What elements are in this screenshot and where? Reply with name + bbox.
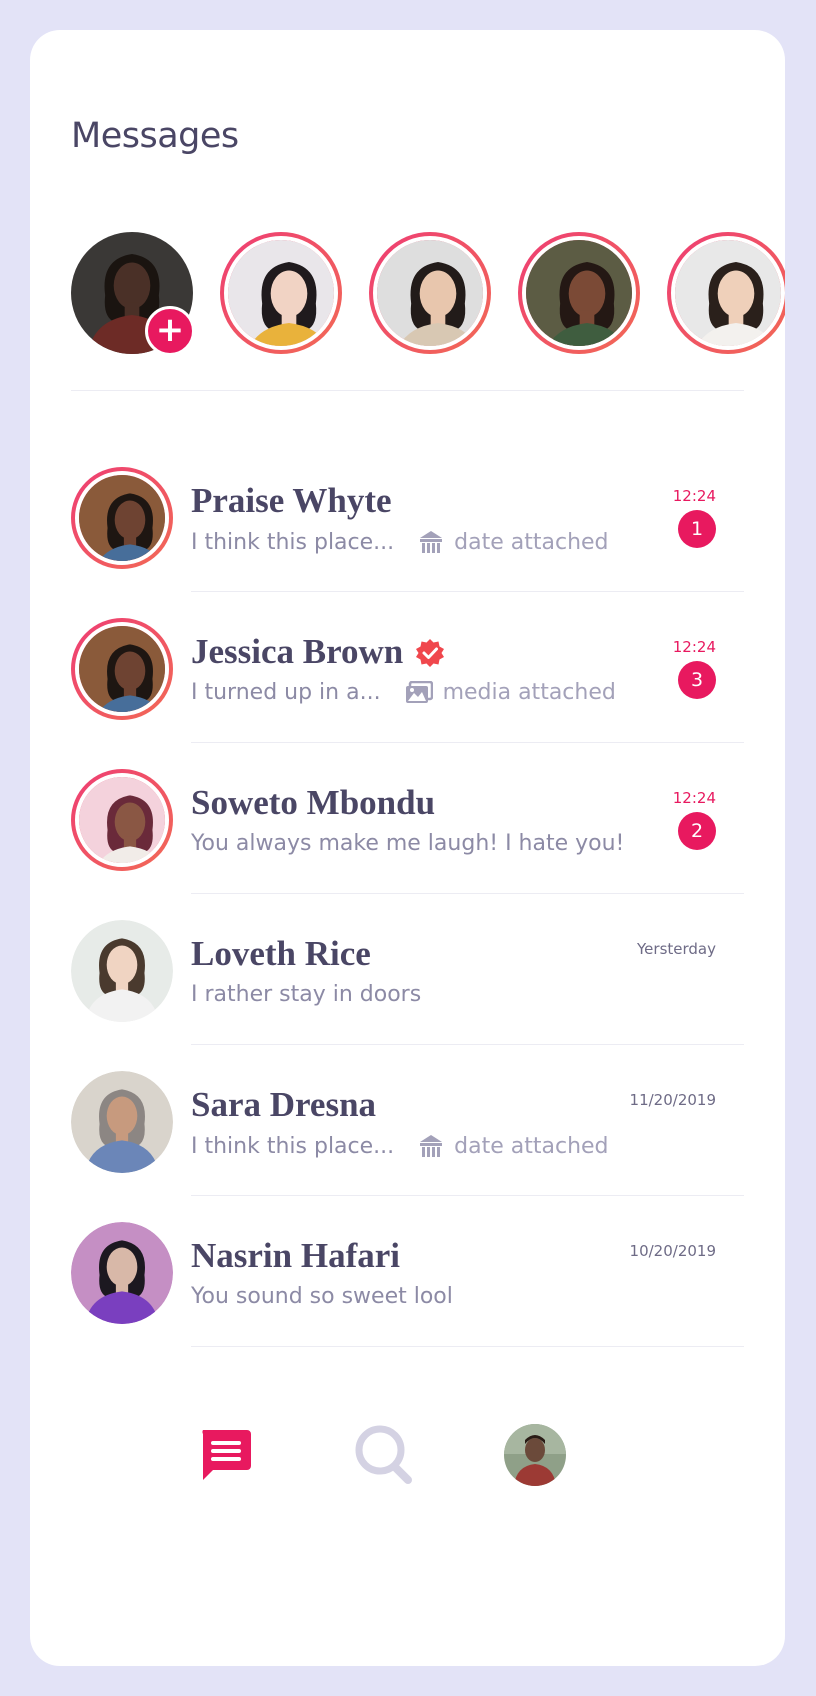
image-icon (405, 680, 433, 703)
avatar (71, 769, 173, 871)
divider (191, 1346, 744, 1347)
divider (191, 1044, 744, 1045)
search-icon (355, 1425, 412, 1484)
message-preview: You always make me laugh! I hate you! (191, 831, 624, 856)
message-preview-text: You always make me laugh! I hate you! (191, 831, 625, 856)
message-preview-text: I rather stay in doors (191, 982, 422, 1007)
conversation-row[interactable]: Praise Whyte I think this place... date a… (30, 467, 785, 630)
contact-name: Soweto Mbondu (191, 783, 435, 823)
contact-name: Nasrin Hafari (191, 1236, 400, 1276)
app-screen: Messages + Praise Whyte I think this pla… (30, 30, 785, 1666)
chat-icon (202, 1430, 251, 1480)
conversation-row[interactable]: Sara Dresna I think this place... date at… (30, 1071, 785, 1234)
date-icon (420, 531, 443, 553)
bottom-nav (30, 1420, 785, 1500)
attachment-label: date attached (454, 529, 609, 555)
contact-name: Loveth Rice (191, 934, 371, 974)
add-story-button[interactable]: + (145, 306, 195, 356)
media-attachment: media attached (405, 680, 616, 705)
page-title: Messages (71, 116, 239, 156)
avatar (71, 618, 173, 720)
message-preview: I think this place... date attached (191, 529, 609, 555)
message-time: Yersterday (637, 940, 716, 958)
contact-name-text: Praise Whyte (191, 481, 392, 520)
date-attachment: date attached (418, 529, 609, 555)
avatar (71, 920, 173, 1022)
nav-profile-button[interactable] (500, 1420, 570, 1490)
divider (191, 893, 744, 894)
date-icon (420, 1135, 443, 1157)
divider (191, 591, 744, 592)
conversation-row[interactable]: Soweto Mbondu You always make me laugh! I… (30, 769, 785, 932)
contact-name-text: Sara Dresna (191, 1085, 377, 1124)
message-time: 12:24 (672, 638, 716, 656)
divider (71, 390, 744, 391)
message-preview: I rather stay in doors (191, 982, 421, 1007)
contact-name-text: Nasrin Hafari (191, 1236, 401, 1275)
contact-name: Jessica Brown (191, 632, 445, 672)
divider (191, 742, 744, 743)
message-time: 12:24 (672, 789, 716, 807)
message-preview: I think this place... date attached (191, 1133, 609, 1159)
contact-name: Praise Whyte (191, 481, 392, 521)
story-avatar[interactable] (369, 232, 491, 354)
message-preview-text: I think this place... (191, 529, 395, 555)
message-time: 12:24 (672, 487, 716, 505)
message-preview-text: I think this place... (191, 1133, 395, 1159)
divider (191, 1195, 744, 1196)
contact-name-text: Loveth Rice (191, 934, 371, 973)
message-time: 11/20/2019 (629, 1091, 716, 1109)
verified-badge-icon (415, 637, 445, 667)
unread-count-badge: 2 (678, 812, 716, 850)
unread-count-badge: 3 (678, 661, 716, 699)
message-time: 10/20/2019 (629, 1242, 716, 1260)
contact-name: Sara Dresna (191, 1085, 376, 1125)
message-preview-text: You sound so sweet lool (191, 1284, 453, 1309)
avatar (71, 467, 173, 569)
attachment-label: date attached (454, 1133, 609, 1159)
story-avatar[interactable] (518, 232, 640, 354)
contact-name-text: Soweto Mbondu (191, 783, 436, 822)
conversation-row[interactable]: Loveth Rice I rather stay in doors Yerster… (30, 920, 785, 1083)
message-preview-text: I turned up in a... (191, 680, 381, 705)
message-preview: You sound so sweet lool (191, 1284, 453, 1309)
avatar (71, 1071, 173, 1173)
attachment-label: media attached (442, 680, 616, 705)
my-story-avatar[interactable]: + (71, 232, 195, 356)
profile-avatar (504, 1424, 566, 1486)
nav-messages-button[interactable] (190, 1420, 260, 1490)
story-avatar[interactable] (220, 232, 342, 354)
avatar (71, 1222, 173, 1324)
stories-row: + (71, 232, 785, 356)
unread-count-badge: 1 (678, 510, 716, 548)
date-attachment: date attached (418, 1133, 609, 1159)
message-preview: I turned up in a... media attached (191, 680, 616, 705)
story-avatar[interactable] (667, 232, 785, 354)
contact-name-text: Jessica Brown (191, 632, 404, 671)
conversation-row[interactable]: Nasrin Hafari You sound so sweet lool 10/2… (30, 1222, 785, 1385)
nav-search-button[interactable] (350, 1420, 420, 1490)
conversation-row[interactable]: Jessica Brown I turned up in a... media … (30, 618, 785, 781)
